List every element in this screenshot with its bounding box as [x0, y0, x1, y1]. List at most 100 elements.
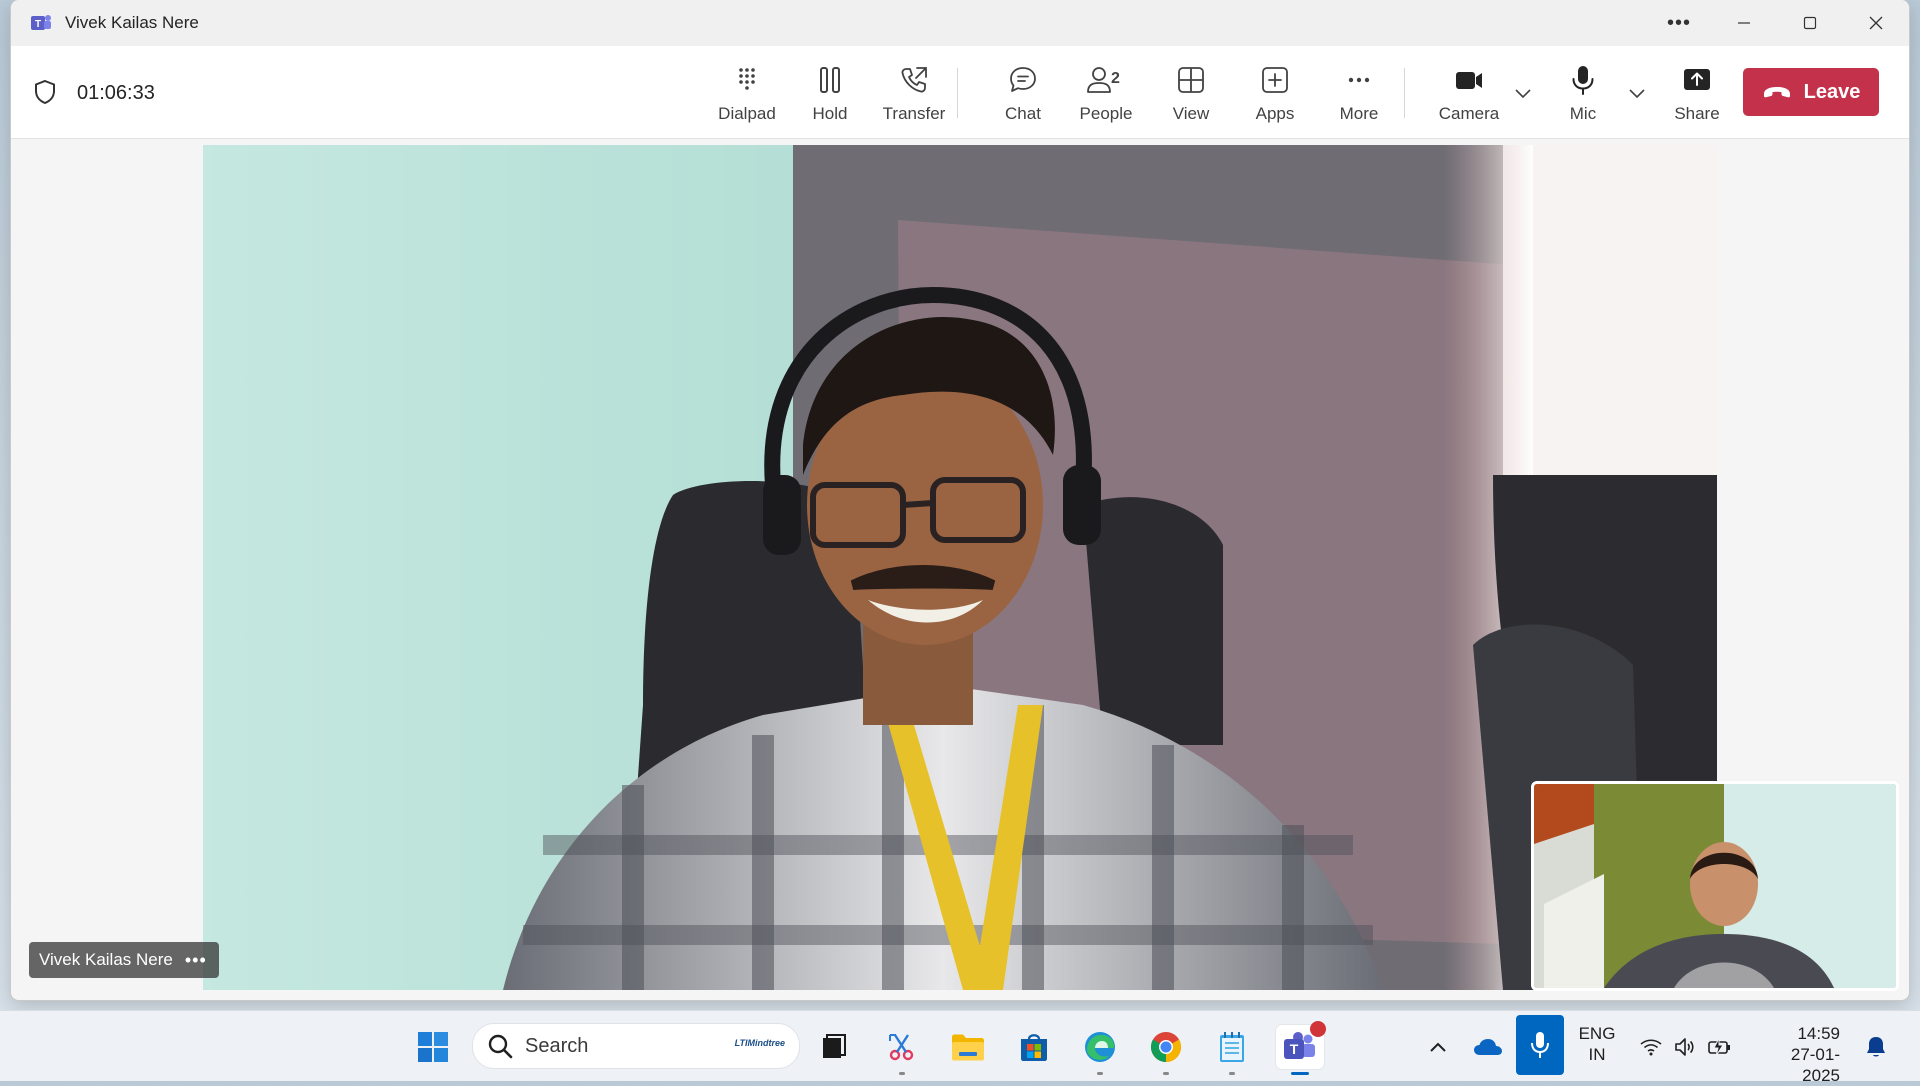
- svg-text:T: T: [1290, 1041, 1299, 1057]
- video-camera-icon: [1456, 72, 1482, 89]
- windows-taskbar: Search LTIMindtree T ENG IN 14:59 27-01-…: [0, 1010, 1920, 1085]
- call-timer: 01:06:33: [77, 82, 155, 104]
- maximize-icon: [1803, 16, 1817, 30]
- chrome-icon: [1150, 1032, 1182, 1062]
- microphone-in-use-indicator[interactable]: [1516, 1015, 1564, 1075]
- close-icon: [1869, 16, 1883, 30]
- close-button[interactable]: [1843, 0, 1909, 46]
- maximize-button[interactable]: [1777, 0, 1843, 46]
- file-explorer-button[interactable]: [946, 1025, 990, 1069]
- teams-taskbar-button[interactable]: T: [1276, 1021, 1326, 1075]
- people-button[interactable]: 2 People: [1071, 60, 1141, 132]
- dialpad-button[interactable]: Dialpad: [705, 60, 789, 132]
- wifi-icon: [1640, 1039, 1662, 1056]
- show-hidden-icons-button[interactable]: [1420, 1025, 1456, 1069]
- clock[interactable]: 14:59 27-01-2025: [1754, 1023, 1850, 1086]
- task-view-icon: [823, 1034, 846, 1058]
- search-icon: [488, 1034, 513, 1059]
- leave-button[interactable]: Leave: [1743, 68, 1879, 116]
- chat-button[interactable]: Chat: [993, 60, 1053, 132]
- notepad-icon: [1220, 1032, 1244, 1062]
- notepad-button[interactable]: [1210, 1025, 1254, 1075]
- folder-icon: [952, 1034, 984, 1061]
- shield-icon: [35, 79, 55, 105]
- wifi-status[interactable]: [1636, 1025, 1666, 1069]
- mic-options-chevron-down-icon[interactable]: [1625, 82, 1649, 106]
- window-title: Vivek Kailas Nere: [65, 13, 199, 32]
- running-indicator: [1097, 1072, 1103, 1075]
- svg-text:T: T: [35, 19, 41, 30]
- toolbar-divider: [1404, 68, 1405, 118]
- running-indicator: [1291, 1072, 1309, 1075]
- participant-video-feed: [203, 145, 1717, 990]
- search-brand-logo: LTIMindtree: [734, 1038, 785, 1048]
- chevron-up-icon: [1430, 1042, 1446, 1052]
- camera-label: Camera: [1438, 104, 1500, 123]
- volume-control[interactable]: [1670, 1025, 1700, 1069]
- toolbar-divider: [957, 68, 958, 118]
- hang-up-icon: [1763, 87, 1790, 98]
- running-indicator: [899, 1072, 905, 1075]
- input-language-indicator[interactable]: ENG IN: [1572, 1023, 1622, 1065]
- chat-icon: [1010, 67, 1036, 92]
- snipping-tool-icon: [889, 1034, 914, 1061]
- apps-button[interactable]: Apps: [1245, 60, 1305, 132]
- participant-more-options-icon[interactable]: •••: [185, 950, 207, 971]
- store-icon: [1021, 1034, 1047, 1061]
- apps-label: Apps: [1255, 104, 1295, 123]
- title-bar: T Vivek Kailas Nere •••: [11, 0, 1909, 46]
- mic-button[interactable]: Mic: [1557, 60, 1609, 132]
- onedrive-cloud-icon: [1474, 1039, 1502, 1055]
- running-indicator: [1163, 1072, 1169, 1075]
- transfer-button[interactable]: Transfer: [875, 60, 953, 132]
- notifications-button[interactable]: [1856, 1025, 1896, 1069]
- search-placeholder: Search: [525, 1034, 589, 1057]
- start-button[interactable]: [411, 1025, 455, 1069]
- view-label: View: [1172, 104, 1210, 123]
- more-button[interactable]: More: [1327, 60, 1391, 132]
- hold-label: Hold: [812, 104, 848, 123]
- hold-button[interactable]: Hold: [799, 60, 861, 132]
- people-label: People: [1079, 104, 1133, 123]
- minimize-button[interactable]: [1711, 0, 1777, 46]
- edge-icon: [1085, 1032, 1115, 1062]
- snipping-tool-button[interactable]: [880, 1025, 924, 1075]
- participant-count-badge: 2: [1111, 70, 1120, 87]
- region-code: IN: [1588, 1045, 1606, 1064]
- pause-icon: [820, 67, 840, 93]
- teams-logo-icon: T: [31, 15, 51, 30]
- grid-view-icon: [1178, 67, 1204, 93]
- transfer-label: Transfer: [882, 104, 946, 123]
- taskbar-search-box[interactable]: Search LTIMindtree: [472, 1023, 800, 1069]
- speaker-icon: [1675, 1038, 1694, 1056]
- more-label: More: [1339, 104, 1379, 123]
- share-screen-icon: [1684, 69, 1710, 90]
- camera-options-chevron-down-icon[interactable]: [1511, 82, 1535, 106]
- task-view-button[interactable]: [812, 1025, 856, 1069]
- microphone-icon: [1531, 1032, 1549, 1058]
- minimize-icon: [1738, 22, 1750, 24]
- notification-badge: [1310, 1021, 1326, 1037]
- mic-label: Mic: [1569, 104, 1597, 123]
- more-horizontal-icon: [1348, 77, 1370, 83]
- chrome-browser-button[interactable]: [1144, 1025, 1188, 1075]
- video-stage: Vivek Kailas Nere •••: [11, 139, 1909, 1000]
- edge-browser-button[interactable]: [1078, 1025, 1122, 1075]
- bell-icon: [1867, 1037, 1885, 1057]
- share-label: Share: [1674, 104, 1720, 123]
- view-button[interactable]: View: [1161, 60, 1221, 132]
- microphone-icon: [1572, 66, 1594, 95]
- windows-logo-icon: [418, 1032, 448, 1062]
- chat-label: Chat: [1005, 104, 1041, 123]
- microsoft-store-button[interactable]: [1012, 1025, 1056, 1069]
- share-button[interactable]: Share: [1669, 60, 1725, 132]
- leave-label: Leave: [1803, 80, 1861, 103]
- dialpad-icon: [739, 68, 755, 90]
- phone-transfer-icon: [901, 67, 927, 93]
- battery-status[interactable]: [1704, 1025, 1736, 1069]
- title-more-options-icon[interactable]: •••: [1659, 8, 1699, 38]
- onedrive-button[interactable]: [1468, 1025, 1508, 1069]
- dialpad-label: Dialpad: [718, 104, 776, 123]
- running-indicator: [1229, 1072, 1235, 1075]
- camera-button[interactable]: Camera: [1429, 60, 1509, 132]
